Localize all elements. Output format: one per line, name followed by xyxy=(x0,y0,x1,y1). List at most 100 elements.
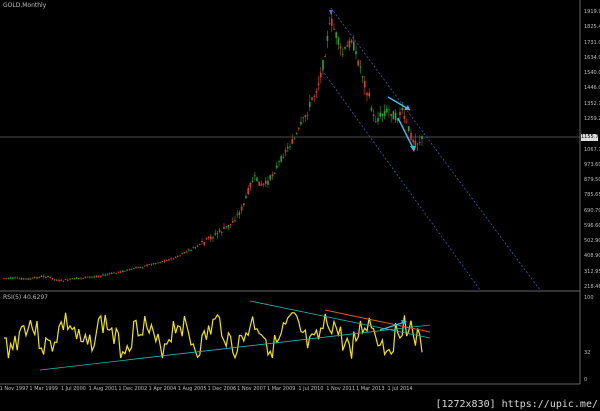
candle-body xyxy=(23,278,25,280)
candle-body xyxy=(421,136,423,140)
candle-body xyxy=(170,258,172,259)
candle-body xyxy=(122,270,124,272)
candle-body xyxy=(36,277,38,279)
candle-body xyxy=(31,277,34,279)
time-tick-label: 1 Jul 2000 xyxy=(60,386,86,392)
candle-body xyxy=(359,66,362,68)
time-tick-label: 1 Jul 2014 xyxy=(387,386,413,392)
candle-body xyxy=(234,220,236,222)
candle-body xyxy=(326,35,329,41)
price-tick-label: 1919.90 xyxy=(584,9,600,15)
candle-body xyxy=(49,277,51,278)
chart-window[interactable]: GOLD,Monthly RSI(5) 40.6297 1919.90 1825.… xyxy=(0,0,600,411)
candle-body xyxy=(348,40,351,48)
candle-body xyxy=(322,60,324,70)
candle-body xyxy=(236,214,238,216)
candle-body xyxy=(353,41,355,51)
candle-body xyxy=(51,278,54,280)
candle-body xyxy=(383,110,386,117)
chart-canvas[interactable] xyxy=(0,0,600,411)
candle-body xyxy=(71,278,73,280)
candle-body xyxy=(269,175,271,180)
candle-body xyxy=(7,277,10,279)
candle-body xyxy=(410,132,412,140)
candle-body xyxy=(260,183,263,186)
candle-body xyxy=(216,233,219,235)
candle-body xyxy=(291,139,293,144)
candle-body xyxy=(223,226,225,229)
candle-body xyxy=(328,22,331,25)
candle-body xyxy=(245,196,247,198)
price-tick-label: 408.90 xyxy=(584,253,600,260)
candle-body xyxy=(254,175,256,177)
candle-body xyxy=(102,274,104,276)
candle-body xyxy=(414,140,417,146)
candle-body xyxy=(225,226,227,228)
candle-body xyxy=(113,272,115,274)
candle-body xyxy=(20,278,23,280)
candle-body xyxy=(300,122,302,125)
candle-body xyxy=(82,277,84,279)
candle-body xyxy=(335,32,337,38)
candle-body xyxy=(38,277,40,278)
candle-body xyxy=(205,238,208,239)
price-tick-label: 1825.45 xyxy=(584,24,600,31)
candle-body xyxy=(207,236,210,238)
rsi-tick-label: 32 xyxy=(584,350,591,356)
price-tick-label: 218.46 xyxy=(584,284,600,290)
candle-body xyxy=(405,121,408,123)
candle-body xyxy=(390,113,392,116)
price-tick-label: 502.90 xyxy=(584,238,600,245)
candle-body xyxy=(130,269,133,270)
candle-body xyxy=(262,183,265,185)
price-tick-label: 1067.75 xyxy=(584,146,600,153)
symbol-title: GOLD,Monthly xyxy=(3,2,47,9)
candle-body xyxy=(78,278,80,279)
price-tick-label: 312.95 xyxy=(584,268,600,275)
candle-body xyxy=(419,142,421,144)
time-tick-label: 1 Aug 2005 xyxy=(177,386,207,392)
candle-body xyxy=(3,277,5,279)
indicator-title: RSI(5) 40.6297 xyxy=(3,294,48,301)
candle-body xyxy=(229,223,232,225)
candle-body xyxy=(366,92,368,96)
candle-body xyxy=(379,112,381,117)
candle-body xyxy=(309,102,311,107)
time-tick-label: 1 Mar 1999 xyxy=(29,386,58,392)
candle-body xyxy=(181,253,183,255)
rsi-support-trendline xyxy=(39,324,431,371)
candle-body xyxy=(16,277,18,279)
candle-body xyxy=(370,107,373,111)
price-tick-label: 596.60 xyxy=(584,222,600,229)
candle-body xyxy=(29,278,32,280)
candle-body xyxy=(97,276,100,277)
price-tick-label: 690.70 xyxy=(584,207,600,214)
candle-body xyxy=(58,279,60,282)
candle-body xyxy=(201,240,203,243)
candle-body xyxy=(42,275,45,277)
candle-body xyxy=(295,133,298,135)
candle-body xyxy=(47,276,49,278)
candle-body xyxy=(106,274,109,276)
candle-body xyxy=(416,143,419,145)
candle-body xyxy=(89,276,91,278)
candle-body xyxy=(357,60,359,66)
candle-body xyxy=(67,279,69,281)
candle-body xyxy=(339,46,342,49)
candle-body xyxy=(381,113,384,116)
time-tick-label: 1 Aug 2001 xyxy=(88,386,118,392)
candle-body xyxy=(168,259,170,261)
candle-body xyxy=(119,271,122,273)
candle-body xyxy=(355,51,357,55)
candle-body xyxy=(251,180,254,183)
candle-body xyxy=(408,126,410,132)
candle-body xyxy=(190,250,192,251)
candle-body xyxy=(62,280,65,282)
candle-body xyxy=(256,177,258,182)
candle-body xyxy=(289,146,291,148)
candle-body xyxy=(115,272,117,274)
candle-body xyxy=(232,220,234,223)
candle-body xyxy=(34,277,36,278)
candle-body xyxy=(27,278,29,280)
candle-body xyxy=(100,275,102,277)
